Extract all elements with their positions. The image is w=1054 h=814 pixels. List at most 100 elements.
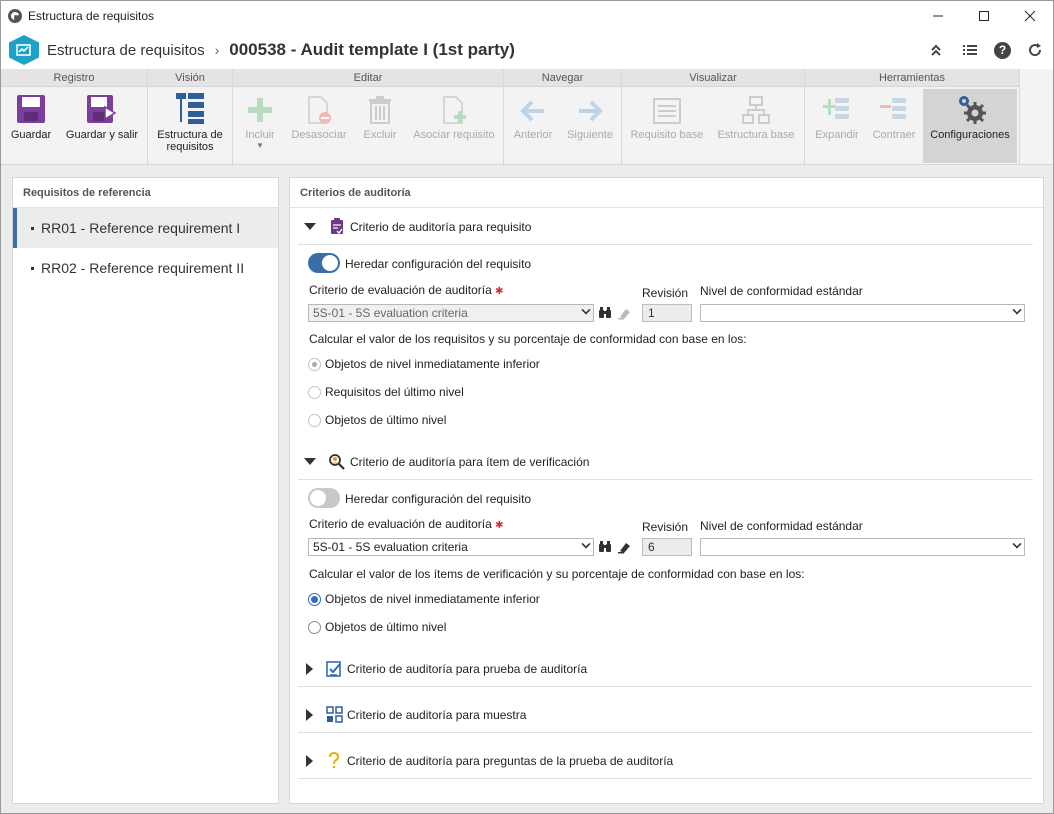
- inherit-config-toggle[interactable]: [308, 488, 340, 508]
- breadcrumb-parent[interactable]: Estructura de requisitos: [47, 42, 205, 59]
- breadcrumb-separator-icon: ›: [214, 42, 220, 58]
- requirement-structure-button[interactable]: Estructura de requisitos: [152, 89, 228, 163]
- checklist-icon: [328, 218, 346, 236]
- search-binoculars-icon[interactable]: [597, 538, 613, 556]
- save-label: Guardar: [10, 129, 52, 141]
- disassociate-button[interactable]: Desasociar: [287, 89, 351, 163]
- ribbon-group-registro: Registro Guardar Guardar y salir: [1, 69, 148, 165]
- revision-field: 6: [642, 538, 692, 556]
- option-immediate-lower[interactable]: Objetos de nivel inmediatamente inferior: [308, 357, 540, 371]
- chevron-down-icon: [1012, 305, 1022, 315]
- window-titlebar: Estructura de requisitos: [1, 1, 1053, 31]
- associate-requirement-button[interactable]: Asociar requisito: [409, 89, 499, 163]
- list-item[interactable]: RR02 - Reference requirement II: [13, 248, 278, 288]
- maximize-button[interactable]: [961, 1, 1007, 31]
- ribbon-group-title: Visualizar: [622, 69, 804, 87]
- base-requirement-icon: [653, 98, 681, 124]
- save-icon: [17, 95, 45, 123]
- sample-grid-icon: [325, 706, 343, 724]
- save-exit-label: Guardar y salir: [65, 129, 139, 141]
- section-verification-item-header[interactable]: Criterio de auditoría para ítem de verif…: [298, 444, 1033, 480]
- conformity-level-select[interactable]: [700, 538, 1025, 556]
- ribbon-group-navegar: Navegar Anterior Siguiente: [504, 69, 622, 165]
- radio-icon: [308, 413, 321, 427]
- save-button[interactable]: Guardar: [5, 89, 57, 163]
- bullet-icon: [31, 266, 34, 270]
- section-title: Criterio de auditoría para requisito: [350, 219, 532, 234]
- audit-test-icon: [325, 660, 343, 678]
- search-binoculars-icon[interactable]: [597, 304, 613, 322]
- expand-triangle-icon[interactable]: [306, 662, 313, 675]
- previous-button[interactable]: Anterior: [508, 89, 558, 163]
- conformity-level-select[interactable]: [700, 304, 1025, 322]
- clear-eraser-icon[interactable]: [616, 304, 632, 322]
- save-exit-button[interactable]: Guardar y salir: [61, 89, 143, 163]
- conformity-level-label: Nivel de conformidad estándar: [700, 519, 863, 533]
- option-last-level-requirements[interactable]: Requisitos del último nivel: [308, 385, 464, 399]
- settings-label: Configuraciones: [930, 129, 1010, 141]
- list-icon[interactable]: [960, 40, 980, 60]
- chevron-down-icon: [581, 539, 591, 549]
- arrow-left-icon: [520, 100, 544, 122]
- criteria-select[interactable]: 5S-01 - 5S evaluation criteria: [308, 304, 594, 322]
- collapse-button[interactable]: Contraer: [867, 89, 921, 163]
- ribbon-group-title: Editar: [233, 69, 503, 87]
- collapse-triangle-icon[interactable]: [304, 223, 316, 230]
- section-title: Criterio de auditoría para preguntas de …: [347, 753, 674, 768]
- criteria-select[interactable]: 5S-01 - 5S evaluation criteria: [308, 538, 594, 556]
- list-item-label: RR01 - Reference requirement I: [41, 220, 241, 236]
- expand-button[interactable]: Expandir: [809, 89, 865, 163]
- close-button[interactable]: [1007, 1, 1053, 31]
- radio-icon: [308, 620, 321, 634]
- calculation-text: Calcular el valor de los ítems de verifi…: [309, 567, 805, 581]
- dropdown-caret-icon: ▼: [256, 141, 264, 150]
- revision-label: Revisión: [642, 520, 689, 534]
- radio-icon: [308, 357, 321, 371]
- chevron-down-icon: [581, 305, 591, 315]
- ribbon-group-title: Navegar: [504, 69, 621, 87]
- next-label: Siguiente: [567, 129, 613, 141]
- inherit-config-toggle[interactable]: [308, 253, 340, 273]
- previous-label: Anterior: [513, 129, 553, 141]
- window-title: Estructura de requisitos: [28, 9, 155, 23]
- collapse-triangle-icon[interactable]: [304, 458, 316, 465]
- calculation-text: Calcular el valor de los requisitos y su…: [309, 332, 747, 346]
- ribbon-group-title: Herramientas: [805, 69, 1019, 87]
- clear-eraser-icon[interactable]: [616, 538, 632, 556]
- refresh-icon[interactable]: [1025, 40, 1045, 60]
- settings-button[interactable]: Configuraciones: [923, 89, 1017, 163]
- base-structure-button[interactable]: Estructura base: [712, 89, 800, 163]
- section-questions-header[interactable]: Criterio de auditoría para preguntas de …: [298, 743, 1033, 779]
- expand-icon: [823, 98, 849, 119]
- option-last-level-objects[interactable]: Objetos de último nivel: [308, 413, 446, 427]
- app-icon: [8, 9, 22, 23]
- list-item[interactable]: RR01 - Reference requirement I: [13, 208, 278, 248]
- delete-button[interactable]: Excluir: [355, 89, 405, 163]
- section-requirement-header[interactable]: Criterio de auditoría para requisito: [298, 209, 1033, 245]
- collapse-icon: [880, 98, 906, 119]
- base-requirement-button[interactable]: Requisito base: [626, 89, 708, 163]
- arrow-right-icon: [579, 100, 603, 122]
- minimize-button[interactable]: [915, 1, 961, 31]
- ribbon-toolbar: Registro Guardar Guardar y salir Visión …: [1, 69, 1053, 165]
- collapse-up-icon[interactable]: [926, 40, 946, 60]
- section-sample-header[interactable]: Criterio de auditoría para muestra: [298, 697, 1033, 733]
- audit-criteria-panel: Criterios de auditoría Criterio de audit…: [289, 177, 1044, 804]
- expand-triangle-icon[interactable]: [306, 754, 313, 767]
- option-last-level-objects[interactable]: Objetos de último nivel: [308, 620, 446, 634]
- base-structure-icon: [742, 96, 770, 124]
- plus-icon: [248, 98, 272, 122]
- right-panel-title: Criterios de auditoría: [290, 178, 1043, 208]
- expand-triangle-icon[interactable]: [306, 708, 313, 721]
- next-button[interactable]: Siguiente: [562, 89, 618, 163]
- option-immediate-lower[interactable]: Objetos de nivel inmediatamente inferior: [308, 592, 540, 606]
- save-exit-icon: [87, 95, 117, 123]
- include-button[interactable]: Incluir ▼: [237, 89, 283, 163]
- section-audit-test-header[interactable]: Criterio de auditoría para prueba de aud…: [298, 651, 1033, 687]
- question-mark-icon: [325, 752, 343, 770]
- radio-icon: [308, 385, 321, 399]
- help-icon[interactable]: ?: [994, 41, 1011, 59]
- revision-label: Revisión: [642, 286, 689, 300]
- conformity-level-label: Nivel de conformidad estándar: [700, 284, 863, 298]
- disassociate-icon: [308, 96, 331, 124]
